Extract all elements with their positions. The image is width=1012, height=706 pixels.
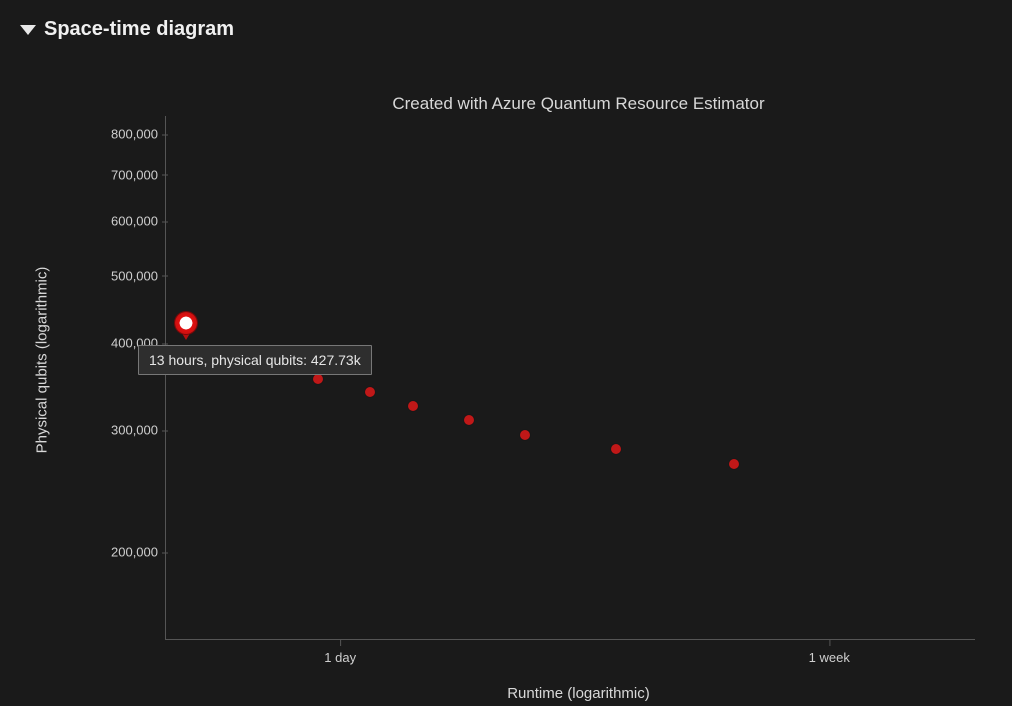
x-tick-label: 1 week [809, 650, 850, 665]
datapoint[interactable] [313, 374, 323, 384]
x-axis-label: Runtime (logarithmic) [165, 685, 992, 702]
plot-area[interactable]: 200,000300,000400,000500,000600,000700,0… [165, 116, 975, 640]
highlighted-datapoint[interactable] [175, 312, 197, 334]
datapoint[interactable] [464, 415, 474, 425]
section-title: Space-time diagram [44, 18, 234, 41]
x-tick-label: 1 day [324, 650, 356, 665]
y-tick-label: 500,000 [86, 268, 158, 283]
tooltip: 13 hours, physical qubits: 427.73k [138, 345, 372, 375]
space-time-chart: Created with Azure Quantum Resource Esti… [0, 60, 1012, 706]
y-axis-label: Physical qubits (logarithmic) [34, 267, 51, 454]
y-tick-label: 800,000 [86, 127, 158, 142]
y-tick-label: 200,000 [86, 545, 158, 560]
datapoint[interactable] [729, 459, 739, 469]
chevron-down-icon [20, 25, 36, 35]
y-tick-label: 300,000 [86, 423, 158, 438]
chart-title: Created with Azure Quantum Resource Esti… [165, 94, 992, 114]
y-tick-label: 600,000 [86, 214, 158, 229]
y-tick-label: 700,000 [86, 167, 158, 182]
section-header[interactable]: Space-time diagram [0, 0, 1012, 41]
datapoint[interactable] [520, 430, 530, 440]
datapoint[interactable] [611, 444, 621, 454]
datapoint[interactable] [365, 387, 375, 397]
datapoint[interactable] [408, 401, 418, 411]
